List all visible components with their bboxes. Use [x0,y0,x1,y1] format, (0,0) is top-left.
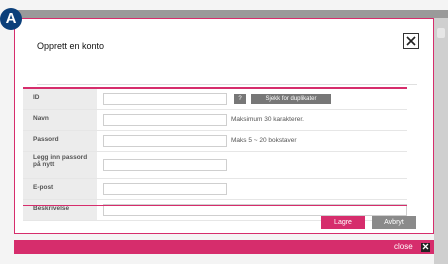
form-row-email: E-post [23,179,407,200]
account-form: ID ? Sjekk for duplikater Navn Maksimum … [23,87,407,221]
name-input[interactable] [103,114,227,126]
form-row-name: Navn Maksimum 30 karakterer. [23,110,407,131]
cancel-button[interactable]: Avbryt [372,216,416,229]
check-duplicates-button[interactable]: Sjekk for duplikater [251,94,331,104]
close-icon[interactable] [403,33,419,49]
name-hint: Maksimum 30 karakterer. [231,116,304,123]
form-label-cell: Legg inn passord på nytt [23,152,97,178]
password-hint: Maks 5 ~ 20 bokstaver [231,137,297,144]
form-label-cell: Beskrivelse [23,200,97,220]
id-input[interactable] [103,93,227,105]
close-icon[interactable] [421,243,430,252]
save-button[interactable]: Lagre [321,216,365,229]
confirm-password-label: Legg inn passord på nytt [33,154,88,168]
close-x-glyph [422,243,429,250]
help-button[interactable]: ? [234,94,246,104]
create-account-dialog: Opprett en konto ID ? Sjekk for duplikat… [14,18,434,234]
annotation-marker: A [0,8,22,30]
form-label-cell: Navn [23,110,97,130]
scrollbar-thumb[interactable] [437,28,445,38]
name-label: Navn [33,115,49,122]
id-label: ID [33,94,40,101]
dialog-title: Opprett en konto [37,41,105,51]
vertical-scrollbar[interactable] [434,18,448,264]
close-x-glyph [406,36,416,46]
confirm-password-input[interactable] [103,159,227,171]
form-row-password: Passord Maks 5 ~ 20 bokstaver [23,131,407,152]
form-row-id: ID ? Sjekk for duplikater [23,89,407,110]
title-divider [37,84,417,85]
form-label-cell: E-post [23,179,97,199]
description-label: Beskrivelse [33,205,70,212]
window-top-bar [14,10,448,18]
form-label-cell: Passord [23,131,97,151]
password-label: Passord [33,136,59,143]
password-input[interactable] [103,135,227,147]
form-row-confirm-password: Legg inn passord på nytt [23,152,407,179]
email-label: E-post [33,184,54,191]
form-bottom-divider [23,205,407,206]
footer-close-label[interactable]: close [394,242,413,251]
modal-footer-bar: close [14,240,434,254]
email-input[interactable] [103,183,227,195]
form-label-cell: ID [23,89,97,109]
